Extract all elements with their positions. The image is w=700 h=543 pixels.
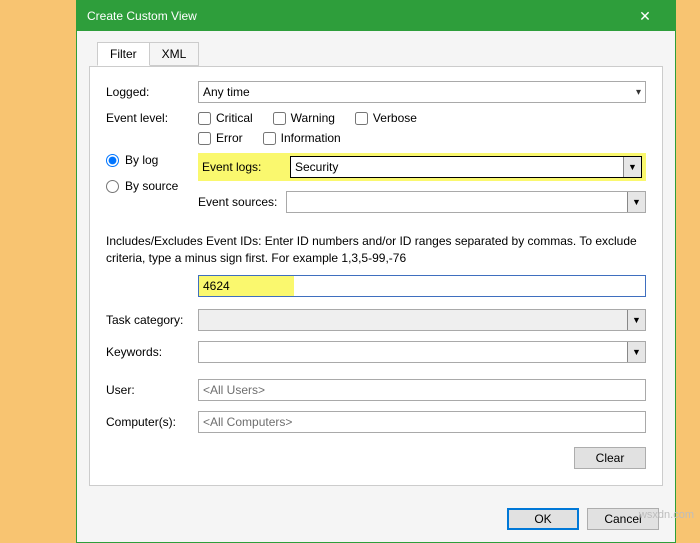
label-task-category: Task category: [106, 313, 198, 327]
row-user: User: <All Users> [106, 379, 646, 401]
close-icon[interactable]: ✕ [625, 8, 665, 25]
computers-value: <All Computers> [203, 415, 292, 429]
clear-button[interactable]: Clear [574, 447, 646, 469]
tab-strip: Filter XML [97, 42, 663, 67]
event-level-row2: Error Information [198, 131, 646, 145]
chk-verbose[interactable]: Verbose [355, 111, 417, 125]
row-event-level: Event level: Critical Warning Verbose Er… [106, 111, 646, 145]
label-event-logs: Event logs: [202, 160, 290, 174]
tab-panel-filter: Logged: Any time ▾ Event level: Critical… [89, 66, 663, 486]
error-label: Error [216, 131, 243, 145]
verbose-checkbox[interactable] [355, 112, 368, 125]
label-event-level: Event level: [106, 111, 198, 125]
logged-value: Any time [203, 85, 250, 99]
help-text: Includes/Excludes Event IDs: Enter ID nu… [106, 233, 646, 267]
tab-xml[interactable]: XML [149, 42, 200, 66]
clear-row: Clear [106, 447, 646, 469]
titlebar[interactable]: Create Custom View ✕ [77, 1, 675, 31]
event-level-row1: Critical Warning Verbose [198, 111, 646, 125]
row-logged: Logged: Any time ▾ [106, 81, 646, 103]
logged-select[interactable]: Any time ▾ [198, 81, 646, 103]
task-category-combo[interactable]: ▼ [198, 309, 646, 331]
warning-checkbox[interactable] [273, 112, 286, 125]
error-checkbox[interactable] [198, 132, 211, 145]
warning-label: Warning [291, 111, 335, 125]
label-logged: Logged: [106, 85, 198, 99]
ok-button[interactable]: OK [507, 508, 579, 530]
row-event-logs: Event logs: Security ▼ [198, 153, 646, 181]
by-log-label: By log [125, 153, 158, 167]
by-source-radio[interactable] [106, 180, 119, 193]
radio-group-by: By log By source [106, 153, 198, 193]
chk-error[interactable]: Error [198, 131, 243, 145]
by-subgrid: Event logs: Security ▼ Event sources: ▼ [198, 153, 646, 223]
chevron-down-icon[interactable]: ▼ [627, 342, 645, 362]
row-by: By log By source Event logs: Security ▼ … [106, 153, 646, 223]
event-id-input[interactable] [198, 275, 646, 297]
row-computers: Computer(s): <All Computers> [106, 411, 646, 433]
by-log-radio[interactable] [106, 154, 119, 167]
tab-filter[interactable]: Filter [97, 42, 150, 66]
row-event-sources: Event sources: ▼ [198, 191, 646, 213]
chevron-down-icon[interactable]: ▼ [627, 192, 645, 212]
chevron-down-icon[interactable]: ▼ [623, 157, 641, 177]
information-checkbox[interactable] [263, 132, 276, 145]
chevron-down-icon: ▾ [636, 87, 641, 98]
user-input[interactable]: <All Users> [198, 379, 646, 401]
radio-by-source[interactable]: By source [106, 179, 198, 193]
row-keywords: Keywords: ▼ [106, 341, 646, 363]
chk-information[interactable]: Information [263, 131, 341, 145]
event-logs-value: Security [295, 160, 338, 174]
dialog-footer: OK Cancel [77, 496, 675, 542]
information-label: Information [281, 131, 341, 145]
user-value: <All Users> [203, 383, 265, 397]
chk-warning[interactable]: Warning [273, 111, 335, 125]
computers-input[interactable]: <All Computers> [198, 411, 646, 433]
window-title: Create Custom View [87, 9, 197, 23]
label-keywords: Keywords: [106, 345, 198, 359]
window-create-custom-view: Create Custom View ✕ Filter XML Logged: … [76, 0, 676, 543]
event-sources-combo[interactable]: ▼ [286, 191, 646, 213]
by-source-label: By source [125, 179, 178, 193]
row-task-category: Task category: ▼ [106, 309, 646, 331]
chevron-down-icon[interactable]: ▼ [627, 310, 645, 330]
chk-critical[interactable]: Critical [198, 111, 253, 125]
watermark: wsxdn.com [639, 509, 694, 521]
label-user: User: [106, 383, 198, 397]
label-computers: Computer(s): [106, 415, 198, 429]
critical-checkbox[interactable] [198, 112, 211, 125]
event-logs-combo[interactable]: Security ▼ [290, 156, 642, 178]
verbose-label: Verbose [373, 111, 417, 125]
radio-by-log[interactable]: By log [106, 153, 198, 167]
dialog-content: Filter XML Logged: Any time ▾ Event leve… [77, 31, 675, 496]
critical-label: Critical [216, 111, 253, 125]
label-event-sources: Event sources: [198, 195, 286, 209]
row-event-id [198, 275, 646, 297]
keywords-combo[interactable]: ▼ [198, 341, 646, 363]
